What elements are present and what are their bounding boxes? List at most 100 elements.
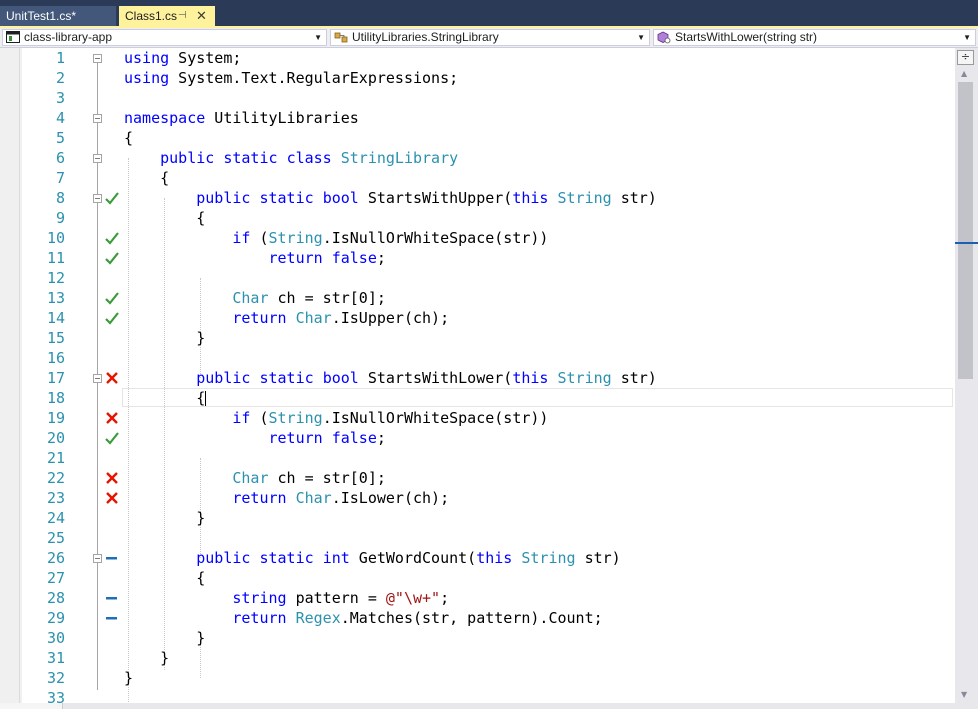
code-text: } bbox=[124, 329, 206, 347]
no-coverage-dash-icon bbox=[104, 548, 120, 568]
code-text: Char ch = str[0]; bbox=[232, 469, 386, 487]
code-line[interactable]: 18 { bbox=[0, 388, 955, 408]
code-line[interactable]: 31 } bbox=[0, 648, 955, 668]
line-number: 14 bbox=[46, 309, 65, 327]
code-line[interactable]: 11 return false; bbox=[0, 248, 955, 268]
code-line[interactable]: 17 public static bool StartsWithLower(th… bbox=[0, 368, 955, 388]
code-text: public static bool StartsWithLower(this … bbox=[196, 369, 657, 387]
covered-check-icon bbox=[104, 188, 120, 208]
code-text: return Char.IsUpper(ch); bbox=[232, 309, 450, 327]
code-line[interactable]: 29 return Regex.Matches(str, pattern).Co… bbox=[0, 608, 955, 628]
collapse-region-icon[interactable] bbox=[93, 154, 102, 163]
no-coverage-dash-icon bbox=[104, 608, 120, 628]
code-line[interactable]: 24 } bbox=[0, 508, 955, 528]
code-line[interactable]: 4 namespace UtilityLibraries bbox=[0, 108, 955, 128]
code-text: public static bool StartsWithUpper(this … bbox=[196, 189, 657, 207]
code-line[interactable]: 25 bbox=[0, 528, 955, 548]
line-number: 3 bbox=[55, 89, 65, 107]
code-line[interactable]: 2 using System.Text.RegularExpressions; bbox=[0, 68, 955, 88]
code-text: } bbox=[124, 509, 206, 527]
line-number: 26 bbox=[46, 549, 65, 567]
code-line[interactable]: 21 bbox=[0, 448, 955, 468]
tab-class1[interactable]: Class1.cs ⊣ ✕ bbox=[119, 6, 215, 26]
code-line[interactable]: 26 public static int GetWordCount(this S… bbox=[0, 548, 955, 568]
not-covered-x-icon bbox=[104, 468, 120, 488]
zoom-level-box[interactable] bbox=[0, 703, 63, 709]
line-number: 28 bbox=[46, 589, 65, 607]
code-line[interactable]: 1 using System; bbox=[0, 48, 955, 68]
code-text: { bbox=[124, 209, 206, 227]
code-line[interactable]: 14 return Char.IsUpper(ch); bbox=[0, 308, 955, 328]
collapse-region-icon[interactable] bbox=[93, 554, 102, 563]
line-number: 31 bbox=[46, 649, 65, 667]
covered-check-icon bbox=[104, 228, 120, 248]
project-dropdown[interactable]: class-library-app ▼ bbox=[2, 29, 327, 46]
not-covered-x-icon bbox=[104, 368, 120, 388]
line-number: 24 bbox=[46, 509, 65, 527]
project-icon bbox=[6, 31, 20, 43]
line-number: 10 bbox=[46, 229, 65, 247]
code-line[interactable]: 23 return Char.IsLower(ch); bbox=[0, 488, 955, 508]
no-coverage-dash-icon bbox=[104, 588, 120, 608]
code-text: public static class StringLibrary bbox=[160, 149, 459, 167]
code-line[interactable]: 6 public static class StringLibrary bbox=[0, 148, 955, 168]
code-text: public static int GetWordCount(this Stri… bbox=[196, 549, 621, 567]
code-line[interactable]: 5{ bbox=[0, 128, 955, 148]
code-text: if (String.IsNullOrWhiteSpace(str)) bbox=[232, 229, 549, 247]
code-line[interactable]: 27 { bbox=[0, 568, 955, 588]
chevron-down-icon[interactable]: ▼ bbox=[314, 30, 322, 45]
not-covered-x-icon bbox=[104, 408, 120, 428]
collapse-region-icon[interactable] bbox=[93, 374, 102, 383]
code-line[interactable]: 13 Char ch = str[0]; bbox=[0, 288, 955, 308]
chevron-down-icon[interactable]: ▼ bbox=[637, 30, 645, 45]
collapse-region-icon[interactable] bbox=[93, 114, 102, 123]
scroll-down-icon[interactable]: ▼ bbox=[961, 690, 967, 699]
chevron-down-icon[interactable]: ▼ bbox=[963, 30, 971, 45]
split-window-button[interactable]: ÷ bbox=[957, 50, 974, 65]
method-icon bbox=[657, 31, 671, 44]
code-line[interactable]: 16 bbox=[0, 348, 955, 368]
code-line[interactable]: 32} bbox=[0, 668, 955, 688]
vertical-scrollbar[interactable]: ÷ ▲ ▼ bbox=[955, 48, 978, 709]
code-line[interactable]: 30 } bbox=[0, 628, 955, 648]
code-line[interactable]: 28 string pattern = @"\w+"; bbox=[0, 588, 955, 608]
line-number: 9 bbox=[55, 209, 65, 227]
line-number: 22 bbox=[46, 469, 65, 487]
code-text: { bbox=[124, 129, 134, 147]
collapse-region-icon[interactable] bbox=[93, 54, 102, 63]
document-tab-strip: UnitTest1.cs* Class1.cs ⊣ ✕ bbox=[0, 0, 978, 27]
tab-class1-label: Class1.cs bbox=[125, 9, 178, 23]
code-line[interactable]: 20 return false; bbox=[0, 428, 955, 448]
code-line[interactable]: 9 { bbox=[0, 208, 955, 228]
type-dropdown-value: UtilityLibraries.StringLibrary bbox=[352, 30, 499, 44]
pin-tab-icon[interactable]: ⊣ bbox=[178, 6, 187, 26]
line-number: 16 bbox=[46, 349, 65, 367]
tab-unittest1[interactable]: UnitTest1.cs* bbox=[0, 6, 117, 26]
code-line[interactable]: 7 { bbox=[0, 168, 955, 188]
horizontal-scrollbar[interactable] bbox=[0, 703, 955, 709]
scroll-up-icon[interactable]: ▲ bbox=[961, 69, 967, 78]
line-number: 4 bbox=[55, 109, 65, 127]
close-tab-icon[interactable]: ✕ bbox=[196, 6, 207, 26]
line-number: 13 bbox=[46, 289, 65, 307]
line-number: 8 bbox=[55, 189, 65, 207]
code-line[interactable]: 8 public static bool StartsWithUpper(thi… bbox=[0, 188, 955, 208]
line-number: 29 bbox=[46, 609, 65, 627]
code-line[interactable]: 3 bbox=[0, 88, 955, 108]
type-dropdown[interactable]: UtilityLibraries.StringLibrary ▼ bbox=[330, 29, 650, 46]
code-line[interactable]: 12 bbox=[0, 268, 955, 288]
code-editor[interactable]: 1 using System; 2 using System.Text.Regular… bbox=[0, 48, 955, 709]
code-line[interactable]: 10 if (String.IsNullOrWhiteSpace(str)) bbox=[0, 228, 955, 248]
collapse-region-icon[interactable] bbox=[93, 194, 102, 203]
code-text: return Regex.Matches(str, pattern).Count… bbox=[232, 609, 603, 627]
code-text: string pattern = @"\w+"; bbox=[232, 589, 450, 607]
code-line[interactable]: 22 Char ch = str[0]; bbox=[0, 468, 955, 488]
code-text: return false; bbox=[268, 429, 386, 447]
code-line[interactable]: 19 if (String.IsNullOrWhiteSpace(str)) bbox=[0, 408, 955, 428]
line-number: 25 bbox=[46, 529, 65, 547]
scrollbar-thumb[interactable] bbox=[958, 82, 973, 379]
code-text: } bbox=[124, 669, 134, 687]
member-dropdown[interactable]: StartsWithLower(string str) ▼ bbox=[653, 29, 976, 46]
code-line[interactable]: 15 } bbox=[0, 328, 955, 348]
text-caret bbox=[205, 391, 206, 406]
